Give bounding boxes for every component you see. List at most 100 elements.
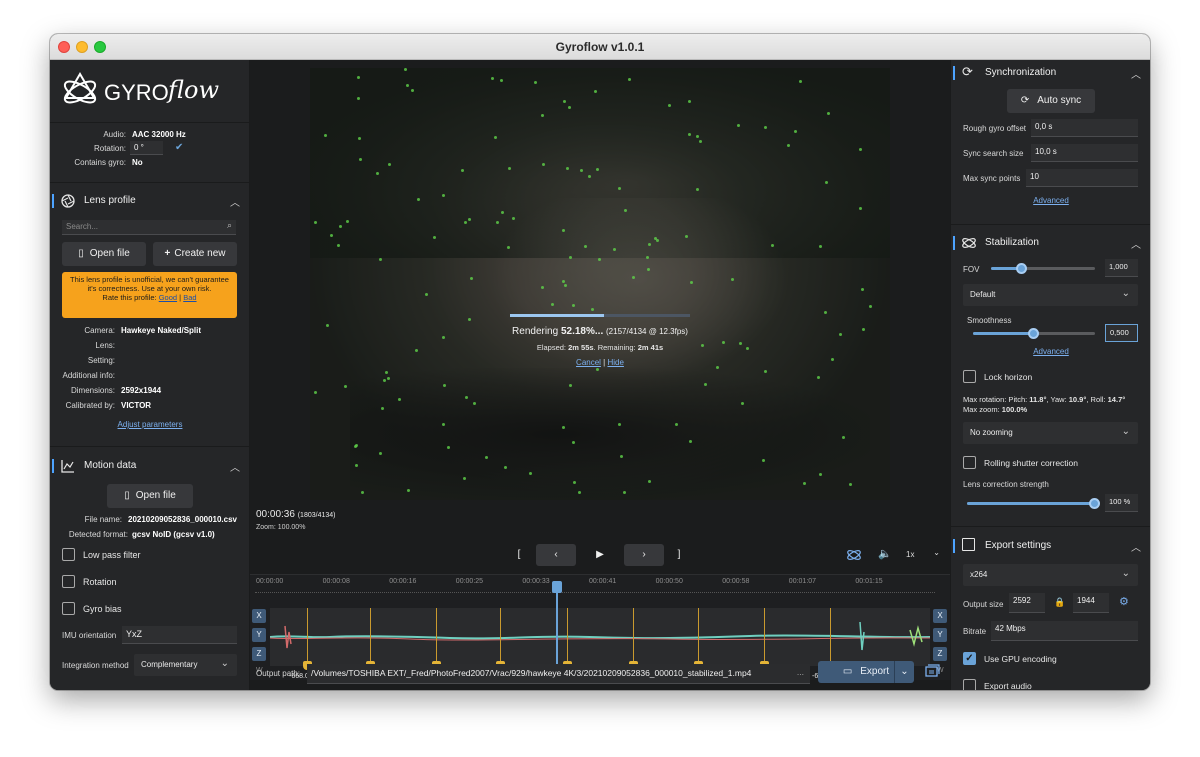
tracking-point (500, 79, 503, 82)
previous-frame-button[interactable]: ‹ (536, 544, 576, 566)
output-path-input[interactable]: /Volumes/TOSHIBA EXT/_Fred/PhotoFred2007… (307, 664, 810, 684)
zoom-level: Zoom: 100.00% (256, 524, 306, 531)
browse-button[interactable]: ... (797, 667, 804, 677)
rolling-shutter-checkbox[interactable] (963, 456, 976, 469)
imu-orientation-label: IMU orientation (62, 631, 117, 640)
detected-format-label: Detected format: (68, 530, 128, 539)
sync-search-size-input[interactable]: 10,0 s (1031, 144, 1138, 162)
rate-bad-link[interactable]: Bad (183, 293, 196, 302)
collapse-chevron-icon[interactable]: ︿ (230, 459, 240, 474)
render-queue-icon[interactable] (924, 663, 940, 679)
gyroflow-logo: GYRO flow (60, 68, 240, 112)
output-size-label: Output size (963, 600, 1004, 609)
motion-data-header[interactable]: Motion data ︿ (50, 455, 250, 479)
smoothness-slider-thumb[interactable] (1028, 328, 1039, 339)
low-pass-filter-checkbox[interactable] (62, 548, 75, 561)
collapse-chevron-icon[interactable]: ︿ (1131, 66, 1141, 81)
sync-header[interactable]: ⟳ Synchronization ︿ (951, 62, 1150, 86)
auto-sync-button[interactable]: ⟳ Auto sync (1007, 89, 1095, 113)
stabilization-toggle-icon[interactable] (846, 547, 862, 563)
tracking-point (613, 248, 616, 251)
output-path-label-visible: Output path: (256, 669, 301, 678)
play-button[interactable]: ▶ (580, 544, 620, 566)
lens-profile-header[interactable]: Lens profile ︿ (50, 190, 250, 214)
audio-value: AAC 32000 Hz (132, 130, 186, 139)
axis-z-right-button[interactable]: Z (933, 647, 947, 661)
set-out-point-button[interactable]: ] (670, 544, 688, 566)
axis-y-right-button[interactable]: Y (933, 628, 947, 642)
collapse-chevron-icon[interactable]: ︿ (1131, 539, 1141, 554)
axis-z-left-button[interactable]: Z (252, 647, 266, 661)
checkmark-icon[interactable]: ✔ (175, 142, 183, 153)
stab-advanced-link[interactable]: Advanced (951, 347, 1150, 356)
auto-sync-label: Auto sync (1037, 95, 1082, 106)
playback-speed-select[interactable]: 1x ⌄ (902, 546, 944, 564)
rate-good-link[interactable]: Good (159, 293, 177, 302)
motion-data-title: Motion data (84, 460, 137, 471)
axis-y-left-button[interactable]: Y (252, 628, 266, 642)
collapse-chevron-icon[interactable]: ︿ (1131, 236, 1141, 251)
lock-aspect-icon[interactable]: 🔒 (1054, 597, 1065, 608)
stabilization-header[interactable]: Stabilization ︿ (951, 232, 1150, 256)
chart-icon (61, 459, 75, 473)
gpu-encoding-checkbox[interactable]: ✓ (963, 652, 976, 665)
cancel-render-link[interactable]: Cancel (576, 358, 601, 367)
volume-icon[interactable]: 🔈 (878, 547, 892, 560)
zooming-select[interactable]: No zooming ⌄ (963, 422, 1138, 444)
video-preview[interactable] (310, 68, 890, 500)
fov-input[interactable]: 1,000 (1105, 259, 1138, 277)
tracking-point (314, 391, 317, 394)
playhead-handle[interactable] (552, 581, 562, 593)
tracking-point (578, 491, 581, 494)
adjust-parameters-link[interactable]: Adjust parameters (50, 420, 250, 429)
export-audio-checkbox[interactable] (963, 679, 976, 690)
tracking-point (827, 112, 830, 115)
rough-gyro-offset-input[interactable]: 0,0 s (1031, 119, 1138, 137)
gyro-bias-checkbox[interactable] (62, 602, 75, 615)
smoothness-input[interactable]: 0,500 (1105, 324, 1138, 342)
lens-correction-strength-label: Lens correction strength (963, 480, 1049, 489)
lens-correction-slider-fill (967, 502, 1095, 505)
imu-orientation-input[interactable]: YxZ (122, 626, 237, 644)
integration-method-select[interactable]: Complementary ⌄ (134, 654, 237, 676)
hide-render-link[interactable]: Hide (607, 358, 623, 367)
export-button[interactable]: ▭ Export ⌄ (818, 661, 914, 683)
collapse-chevron-icon[interactable]: ︿ (230, 194, 240, 209)
codec-value: x264 (970, 570, 988, 579)
max-sync-points-input[interactable]: 10 (1026, 169, 1138, 187)
axis-x-right-button[interactable]: X (933, 609, 947, 623)
axis-x-left-button[interactable]: X (252, 609, 266, 623)
open-lens-file-button[interactable]: ▯ Open file (62, 242, 146, 266)
tracking-point (825, 181, 828, 184)
rotation-checkbox[interactable] (62, 575, 75, 588)
set-in-point-button[interactable]: [ (510, 544, 528, 566)
tracking-point (411, 89, 414, 92)
tracking-point (468, 318, 471, 321)
lens-search-input[interactable]: Search... ⌕ (62, 220, 236, 235)
create-new-lens-button[interactable]: + Create new (153, 242, 237, 266)
tracking-point (358, 137, 361, 140)
export-options-chevron-icon[interactable]: ⌄ (894, 661, 914, 683)
sync-advanced-link[interactable]: Advanced (951, 196, 1150, 205)
lens-correction-slider-thumb[interactable] (1089, 498, 1100, 509)
export-settings-header[interactable]: Export settings ︿ (951, 535, 1150, 559)
tracking-point (512, 217, 515, 220)
codec-select[interactable]: x264 ⌄ (963, 564, 1138, 586)
rotation-label: Rotation: (93, 144, 126, 153)
zooming-value: No zooming (970, 428, 1013, 437)
fov-slider-thumb[interactable] (1016, 263, 1028, 274)
output-width-input[interactable]: 2592 (1009, 593, 1045, 613)
smoothing-method-select[interactable]: Default ⌄ (963, 284, 1138, 306)
tracking-point (398, 398, 401, 401)
lens-correction-input[interactable]: 100 % (1105, 494, 1138, 512)
tracking-point (594, 90, 597, 93)
gear-icon[interactable]: ⚙ (1119, 595, 1129, 608)
open-motion-file-button[interactable]: ▯ Open file (107, 484, 193, 508)
playhead[interactable] (556, 582, 558, 666)
output-height-input[interactable]: 1944 (1073, 593, 1109, 613)
bitrate-input[interactable]: 42 Mbps (991, 621, 1138, 641)
next-frame-button[interactable]: › (624, 544, 664, 566)
rotation-input[interactable]: 0 ° (130, 141, 163, 155)
lock-horizon-checkbox[interactable] (963, 370, 976, 383)
tracking-point (849, 483, 852, 486)
